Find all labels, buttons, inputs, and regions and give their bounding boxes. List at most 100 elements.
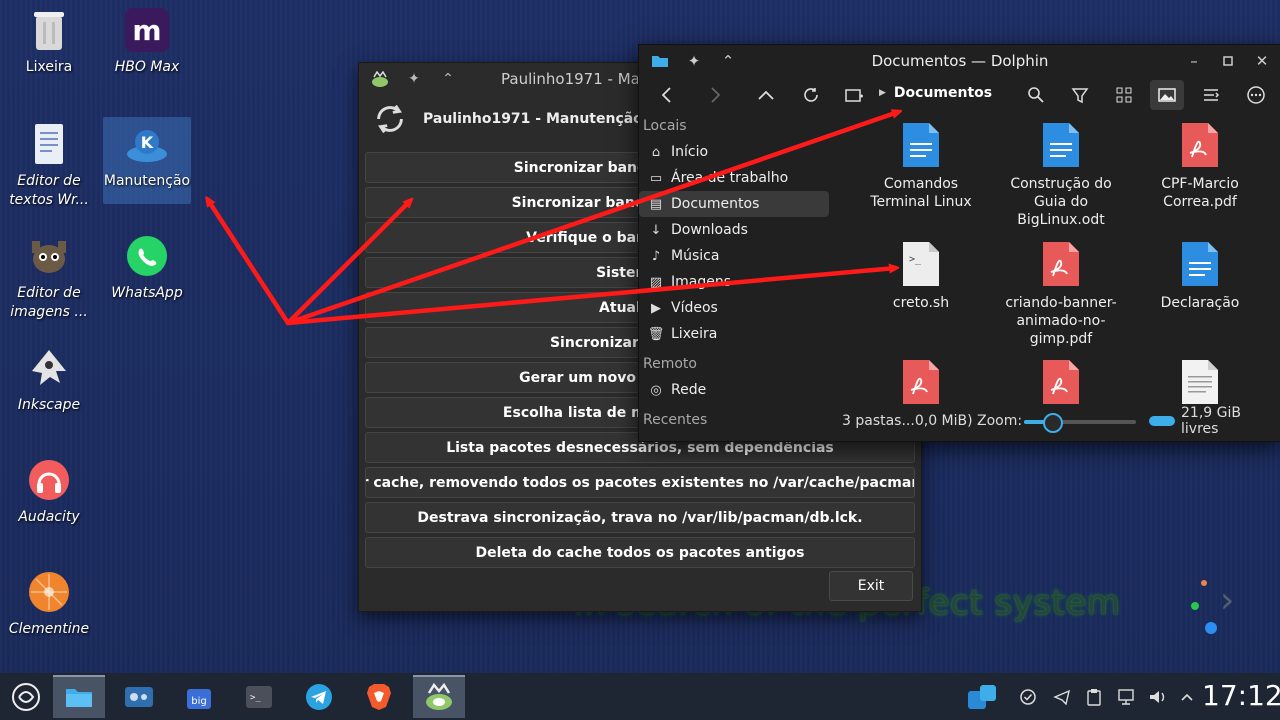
check-circle-icon (1020, 688, 1036, 705)
desktop-icon-image-editor[interactable]: Editor de imagens ... (5, 234, 93, 322)
text-editor-icon (27, 122, 71, 166)
desktop-icon: ▭ (649, 170, 663, 186)
tray-network[interactable] (1114, 673, 1138, 720)
desktop-icon-text-editor[interactable]: Editor de textos Wr... (5, 122, 93, 210)
zoom-slider[interactable] (1024, 413, 1136, 433)
desktop-icon-manutencao[interactable]: K Manutenção (103, 117, 191, 204)
places-item-area-de-trabalho[interactable]: ▭ Área de trabalho (639, 165, 829, 191)
app-launcher-button[interactable] (0, 675, 52, 718)
tray-telegram[interactable] (1050, 673, 1074, 720)
task-brave[interactable] (353, 675, 405, 718)
icons-view-icon[interactable] (1107, 80, 1141, 110)
keep-above-icon[interactable]: ⌃ (711, 45, 745, 77)
svg-text:>_: >_ (909, 254, 922, 265)
file-item[interactable] (861, 354, 981, 405)
sync-icon (377, 104, 403, 134)
biglinux-logo-icon (12, 682, 40, 711)
app-logo-icon (367, 66, 393, 92)
places-item-label: Imagens (671, 274, 732, 290)
desktop-icon-whatsapp[interactable]: WhatsApp (103, 234, 191, 303)
zoom-slider-handle[interactable] (1043, 413, 1063, 433)
breadcrumb-arrow-icon: ▶ (879, 88, 886, 98)
back-icon[interactable] (649, 80, 683, 110)
maintenance-window-title: Paulinho1971 - Mar (501, 70, 647, 88)
manutencao-icon: K (125, 122, 169, 166)
clock[interactable]: 17:12 (1202, 679, 1280, 712)
file-item[interactable]: CPF-Marcio Correa.pdf (1140, 117, 1260, 211)
file-item[interactable]: Declaração (1140, 236, 1260, 312)
hbo-max-icon: m (125, 8, 169, 52)
file-item[interactable] (1140, 354, 1260, 405)
tray-expand[interactable] (1176, 673, 1198, 720)
pin-icon[interactable]: ✦ (677, 45, 711, 77)
places-item-label: Rede (671, 382, 707, 398)
filter-icon[interactable] (1063, 80, 1097, 110)
preview-icon[interactable] (1150, 80, 1184, 110)
wallpaper-dot-orange (1201, 580, 1207, 586)
pdf-icon (1041, 358, 1081, 405)
maintenance-button-11[interactable]: Destrava sincronização, trava no /var/li… (365, 502, 915, 533)
places-item-lixeira[interactable]: 🗑 Lixeira (639, 321, 829, 347)
desktop-icon-clementine[interactable]: Clementine (5, 570, 93, 639)
close-icon[interactable]: ✕ (1245, 45, 1279, 77)
audacity-icon (27, 458, 71, 502)
places-item-inicio[interactable]: ⌂ Início (639, 139, 829, 165)
new-tab-icon[interactable] (837, 80, 871, 110)
task-terminal[interactable]: >_ (233, 675, 285, 718)
minimize-icon[interactable]: – (1177, 45, 1211, 77)
trash-icon (27, 8, 71, 52)
maintenance-button-10[interactable]: Limpar cache, removendo todos os pacotes… (365, 467, 915, 498)
places-item-videos[interactable]: ▶ Vídeos (639, 295, 829, 321)
forward-icon[interactable] (699, 80, 733, 110)
task-dolphin[interactable] (53, 675, 105, 718)
pictures-icon: ▨ (649, 274, 663, 290)
places-item-imagens[interactable]: ▨ Imagens (639, 269, 829, 295)
breadcrumb-current[interactable]: Documentos (894, 85, 992, 101)
videos-icon: ▶ (651, 300, 661, 316)
file-item[interactable]: Comandos Terminal Linux (861, 117, 981, 211)
breadcrumb[interactable]: ▶ Documentos (879, 85, 992, 101)
desktop-icon-trash[interactable]: Lixeira (5, 8, 93, 77)
places-item-documentos[interactable]: ▤ Documentos (639, 191, 829, 217)
dolphin-window: ✦ ⌃ Documentos — Dolphin – ✕ ▶ Documentos (638, 44, 1280, 442)
file-name: Comandos Terminal Linux (870, 176, 972, 210)
tray-clipboard[interactable] (1082, 673, 1106, 720)
places-section-recentes: Recentes (643, 412, 708, 428)
places-item-downloads[interactable]: ↓ Downloads (639, 217, 829, 243)
maintenance-button-12[interactable]: Deleta do cache todos os pacotes antigos (365, 537, 915, 568)
dolphin-titlebar[interactable]: ✦ ⌃ Documentos — Dolphin – ✕ (639, 45, 1280, 77)
file-name: criando-banner-animado-no-gimp.pdf (1005, 295, 1117, 347)
maximize-icon[interactable] (1211, 45, 1245, 77)
places-item-label: Lixeira (671, 326, 718, 342)
file-item[interactable]: criando-banner-animado-no-gimp.pdf (1001, 236, 1121, 348)
tray-volume[interactable] (1146, 673, 1170, 720)
task-big-store[interactable]: big (173, 675, 225, 718)
file-item[interactable]: Construção do Guia do BigLinux.odt (1001, 117, 1121, 229)
task-manutencao[interactable] (413, 675, 465, 718)
folder-icon (66, 688, 92, 707)
file-name: Declaração (1160, 295, 1240, 311)
places-item-rede[interactable]: ◎ Rede (639, 377, 829, 403)
download-icon: ↓ (650, 222, 662, 238)
keep-above-icon[interactable]: ⌃ (435, 66, 461, 92)
exit-button[interactable]: Exit (829, 571, 913, 601)
activity-pager[interactable] (962, 673, 1002, 720)
places-item-label: Vídeos (671, 300, 718, 316)
task-telegram[interactable] (293, 675, 345, 718)
more-options-icon[interactable] (1239, 80, 1273, 110)
file-item[interactable] (1001, 354, 1121, 405)
search-icon[interactable] (1019, 80, 1053, 110)
split-view-icon[interactable] (1194, 80, 1228, 110)
network-wired-icon (1118, 688, 1134, 705)
desktop-icon-inkscape[interactable]: Inkscape (5, 346, 93, 415)
up-icon[interactable] (749, 80, 783, 110)
places-item-musica[interactable]: ♪ Música (639, 243, 829, 269)
reload-icon[interactable] (794, 80, 828, 110)
file-item[interactable]: >_ creto.sh (861, 236, 981, 312)
desktop-icon-audacity[interactable]: Audacity (5, 458, 93, 527)
pin-icon[interactable]: ✦ (401, 66, 427, 92)
desktop-icon-hbo-max[interactable]: m HBO Max (103, 8, 191, 77)
tray-updates[interactable] (1016, 673, 1040, 720)
desktop-icon-label: Editor de imagens ... (10, 285, 88, 320)
task-system-settings[interactable] (113, 675, 165, 718)
